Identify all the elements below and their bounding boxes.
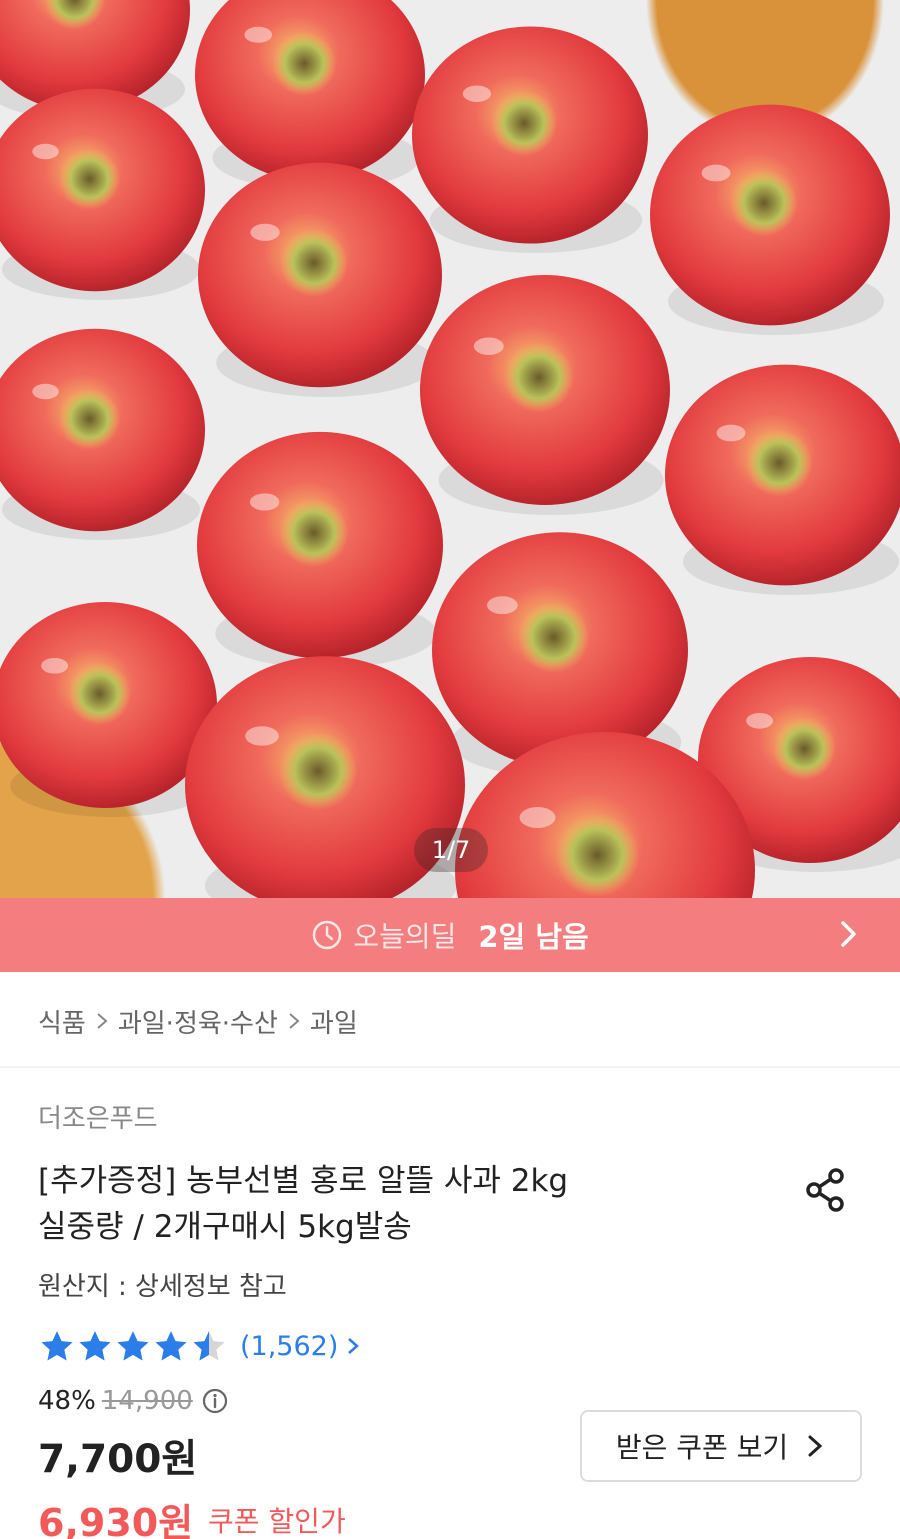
chevron-right-icon <box>348 1338 360 1354</box>
product-title-line-2: 실중량 / 2개구매시 5kg발송 <box>38 1209 412 1245</box>
product-title-line-1: [추가증정] 농부선별 홍로 알뜰 사과 2kg <box>38 1163 569 1199</box>
apple-shape <box>650 104 890 335</box>
apple-shape <box>197 431 443 668</box>
discount-row: 48% 14,900 <box>38 1386 229 1416</box>
apple-shape <box>0 601 217 817</box>
deal-remaining: 2일 남음 <box>478 920 589 954</box>
star-icon <box>155 1331 187 1361</box>
breadcrumb-item-fruit[interactable]: 과일 <box>310 1003 358 1040</box>
discount-rate: 48% <box>38 1386 96 1416</box>
chevron-right-icon <box>808 1435 823 1457</box>
original-price: 14,900 <box>101 1386 193 1416</box>
apple-shape <box>0 328 205 540</box>
view-coupons-label: 받은 쿠폰 보기 <box>615 1431 789 1464</box>
star-icon <box>117 1331 149 1361</box>
star-rating <box>38 1329 228 1363</box>
apple-shape <box>195 0 425 190</box>
breadcrumb-item-food[interactable]: 식품 <box>38 1003 86 1040</box>
apple-photo <box>0 0 900 898</box>
image-counter: 1/7 <box>414 828 488 872</box>
apple-shape <box>0 88 205 300</box>
share-icon[interactable] <box>800 1164 852 1216</box>
breadcrumb-chevron-icon <box>289 1013 300 1029</box>
chevron-right-icon <box>841 921 856 947</box>
breadcrumb-chevron-icon <box>97 1013 108 1029</box>
coupon-price: 6,930원 <box>38 1501 194 1539</box>
info-icon[interactable] <box>201 1387 229 1415</box>
breadcrumb-item-fruit-meat-seafood[interactable]: 과일·정육·수산 <box>118 1003 278 1040</box>
todays-deal-banner[interactable]: 오늘의딜 2일 남음 <box>0 898 900 972</box>
coupon-price-label: 쿠폰 할인가 <box>208 1505 346 1538</box>
deal-label: 오늘의딜 <box>353 920 457 953</box>
star-icon <box>193 1331 225 1361</box>
apple-shape <box>412 26 648 254</box>
review-count[interactable]: (1,562) <box>240 1331 338 1362</box>
star-icon <box>79 1331 111 1361</box>
apple-shape <box>665 364 900 596</box>
brand-name[interactable]: 더조은푸드 <box>38 1098 158 1135</box>
product-image[interactable]: 1/7 <box>0 0 900 898</box>
product-title: [추가증정] 농부선별 홍로 알뜰 사과 2kg 실중량 / 2개구매시 5kg… <box>38 1158 718 1250</box>
section-divider <box>0 1066 900 1068</box>
sale-price: 7,700원 <box>38 1437 198 1482</box>
apple-shape <box>420 275 670 515</box>
origin-info: 원산지 : 상세정보 참고 <box>38 1272 287 1302</box>
apple-shape <box>198 162 442 397</box>
clock-icon <box>313 920 342 950</box>
star-icon <box>41 1331 73 1361</box>
breadcrumb: 식품 과일·정육·수산 과일 <box>38 998 358 1044</box>
rating[interactable]: (1,562) <box>38 1326 362 1366</box>
view-coupons-button[interactable]: 받은 쿠폰 보기 <box>580 1410 862 1482</box>
